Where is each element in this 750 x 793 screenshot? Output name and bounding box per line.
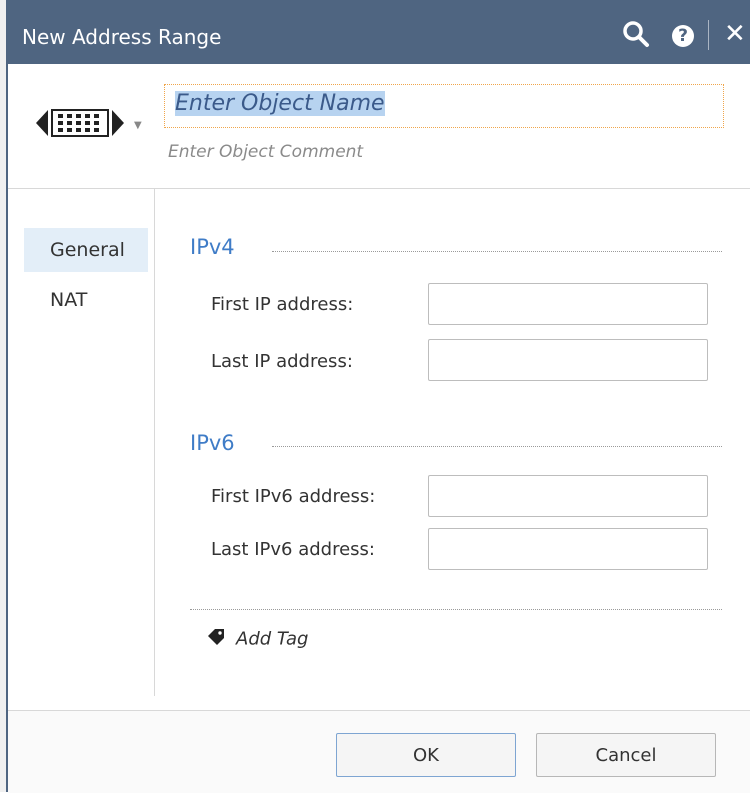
dialog-footer: OK Cancel xyxy=(8,710,750,793)
add-tag-link[interactable]: Add Tag xyxy=(206,628,308,651)
titlebar-separator xyxy=(708,20,709,50)
last-ip-label: Last IP address: xyxy=(211,351,353,372)
ipv4-divider xyxy=(272,251,722,252)
first-ip-label: First IP address: xyxy=(211,294,354,315)
search-icon[interactable] xyxy=(620,18,654,56)
ipv4-section-title: IPv4 xyxy=(190,235,235,259)
last-ipv6-input[interactable] xyxy=(428,528,708,570)
dialog-title: New Address Range xyxy=(22,25,222,49)
tag-icon xyxy=(206,628,226,651)
ipv6-section-title: IPv6 xyxy=(190,431,235,455)
new-address-range-dialog: New Address Range ? ✕ ▼ Enter Object Nam… xyxy=(6,0,750,793)
nav-item-nat[interactable]: NAT xyxy=(24,278,148,322)
first-ipv6-input[interactable] xyxy=(428,475,708,517)
first-ipv6-label: First IPv6 address: xyxy=(211,486,376,507)
close-icon[interactable]: ✕ xyxy=(724,20,746,48)
last-ip-input[interactable] xyxy=(428,339,708,381)
side-navigation: General NAT xyxy=(8,188,155,696)
first-ip-input[interactable] xyxy=(428,283,708,325)
ok-button[interactable]: OK xyxy=(336,733,516,777)
tags-divider xyxy=(190,609,722,610)
cancel-button[interactable]: Cancel xyxy=(536,733,716,777)
title-bar: New Address Range ? ✕ xyxy=(8,0,750,64)
last-ipv6-label: Last IPv6 address: xyxy=(211,539,375,560)
object-name-input[interactable]: Enter Object Name xyxy=(164,84,724,128)
address-range-icon[interactable] xyxy=(34,102,126,148)
help-icon[interactable]: ? xyxy=(672,25,694,47)
chevron-down-icon[interactable]: ▼ xyxy=(134,120,142,131)
object-header: ▼ Enter Object Name Enter Object Comment xyxy=(8,64,750,189)
object-name-placeholder: Enter Object Name xyxy=(175,91,385,116)
nav-item-general[interactable]: General xyxy=(24,228,148,272)
object-comment-input[interactable]: Enter Object Comment xyxy=(168,142,363,162)
ipv6-divider xyxy=(272,446,722,447)
add-tag-label: Add Tag xyxy=(236,628,309,650)
